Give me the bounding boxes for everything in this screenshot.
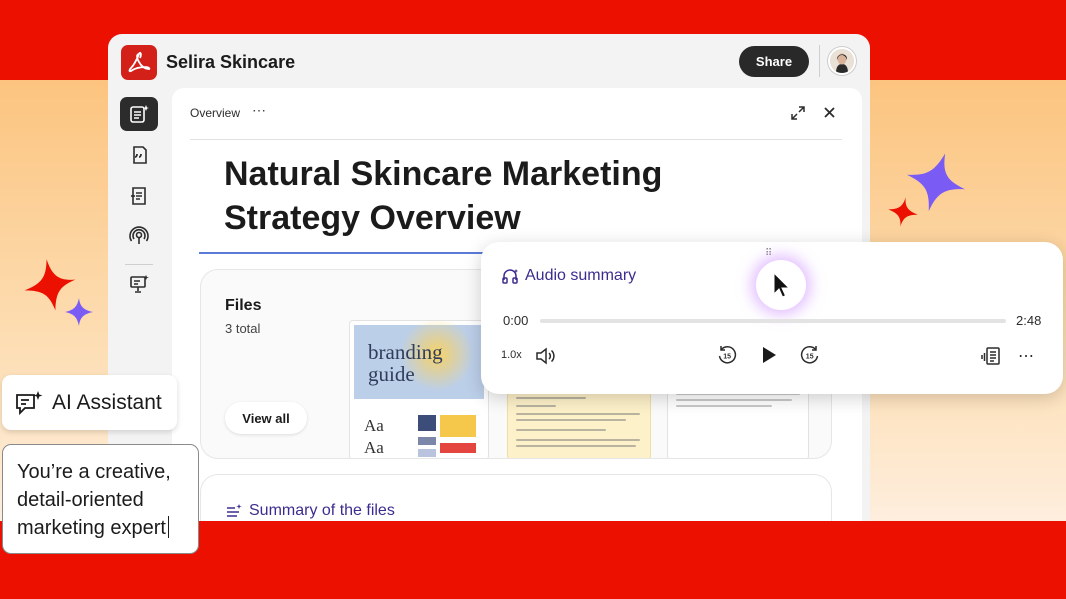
ai-assistant-chip[interactable]: AI Assistant [2, 375, 177, 430]
audio-summary-player: ⠿ Audio summary 0:00 2:48 1.0x 15 15 ⋯ [481, 242, 1063, 394]
thumbnail-cover: branding guide [354, 321, 484, 399]
quote-document-icon [133, 146, 147, 164]
thumbnail-title-line-1: branding [368, 340, 443, 364]
playback-speed-button[interactable]: 1.0x [501, 349, 522, 361]
volume-icon [536, 347, 555, 365]
sparkle-red-right-icon [888, 197, 918, 227]
file-thumbnail-branding-guide[interactable]: branding guide Aa Aa [349, 320, 489, 458]
rewind-15-icon: 15 [718, 346, 737, 364]
drag-handle[interactable]: ⠿ [765, 248, 773, 259]
summary-title-text: Summary of the files [249, 502, 395, 519]
ai-summary-icon [130, 105, 149, 123]
view-all-button[interactable]: View all [225, 402, 307, 434]
text-caret [167, 516, 169, 538]
ai-assistant-icon [16, 390, 43, 415]
panel-divider [190, 139, 842, 140]
svg-text:15: 15 [723, 354, 731, 361]
presentation-icon [130, 275, 149, 293]
prompt-value: You’re a creative, detail-oriented marke… [17, 461, 171, 539]
forward-15-button[interactable]: 15 [799, 344, 821, 366]
app-header: Selira Skincare Share [108, 34, 870, 90]
headphones-icon [502, 269, 518, 284]
type-sample-2: Aa [364, 438, 384, 457]
time-total: 2:48 [1016, 313, 1042, 328]
avatar[interactable] [828, 47, 856, 75]
files-count: 3 total [225, 321, 261, 336]
thumbnail-type-samples: Aa Aa [364, 415, 384, 458]
acrobat-logo-icon[interactable] [121, 45, 157, 80]
prompt-input[interactable]: You’re a creative, detail-oriented marke… [2, 444, 199, 554]
thumbnail-title: branding guide [368, 341, 443, 385]
thumbnail-title-line-2: guide [368, 362, 415, 386]
color-swatch [418, 415, 436, 431]
sidebar-item-ai-summary[interactable] [120, 97, 158, 131]
panel-more-button[interactable]: ⋯ [252, 102, 267, 119]
close-icon[interactable] [822, 105, 837, 120]
volume-button[interactable] [534, 345, 558, 367]
time-current: 0:00 [503, 313, 529, 328]
sidebar-item-podcast[interactable] [120, 219, 158, 253]
summary-card[interactable]: Summary of the files [200, 474, 832, 521]
document-title: Natural Skincare Marketing Strategy Over… [224, 155, 663, 237]
mouse-cursor-highlight [756, 260, 806, 310]
header-divider [819, 45, 820, 77]
play-button[interactable] [758, 344, 780, 366]
sidebar-item-document-list[interactable] [120, 179, 158, 213]
color-swatch [440, 443, 476, 453]
progress-bar[interactable] [540, 319, 1006, 323]
sidebar-item-presentation[interactable] [120, 267, 158, 301]
app-title: Selira Skincare [166, 52, 296, 72]
prompt-text: You’re a creative, detail-oriented marke… [17, 458, 188, 542]
type-sample-1: Aa [364, 416, 384, 435]
audio-summary-title-text: Audio summary [525, 267, 637, 284]
sidebar-item-quotes[interactable] [120, 138, 158, 172]
summary-title: Summary of the files [226, 502, 395, 520]
svg-text:15: 15 [806, 354, 814, 361]
files-title: Files [225, 297, 262, 314]
audio-summary-title: Audio summary [502, 267, 636, 285]
sidebar-separator [125, 264, 153, 265]
document-list-icon [131, 187, 146, 205]
podcast-icon [129, 226, 149, 244]
expand-icon[interactable] [790, 105, 806, 121]
mouse-pointer-icon [773, 272, 790, 298]
color-swatch [440, 415, 476, 437]
share-button[interactable]: Share [739, 46, 809, 77]
color-swatch [418, 449, 436, 457]
color-swatch [418, 437, 436, 445]
panel-header-label: Overview [190, 106, 241, 120]
forward-15-icon: 15 [800, 346, 819, 364]
rewind-15-button[interactable]: 15 [716, 344, 738, 366]
ai-assistant-label: AI Assistant [52, 390, 162, 414]
play-icon [763, 347, 776, 363]
ai-summary-icon [227, 504, 242, 517]
sparkle-purple-left-icon [65, 298, 93, 326]
transcript-button[interactable] [980, 345, 1002, 367]
more-options-button[interactable]: ⋯ [1015, 345, 1037, 367]
transcript-icon [981, 347, 1000, 365]
